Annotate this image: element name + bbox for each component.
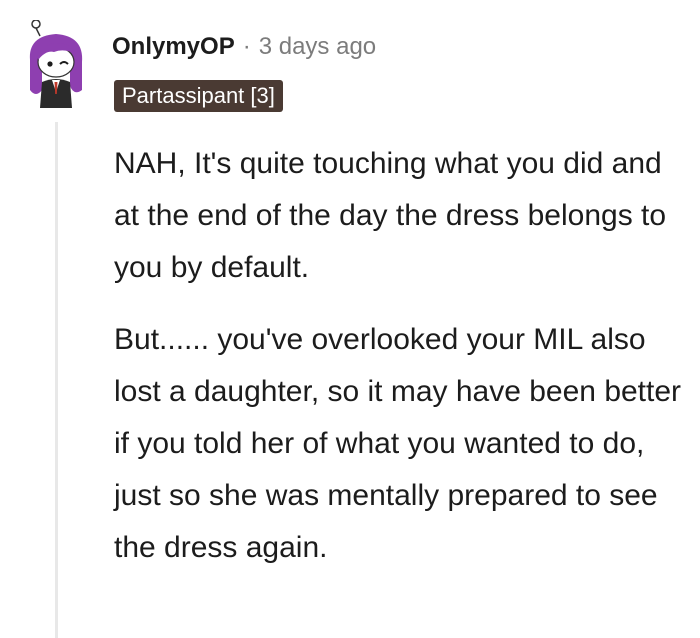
comment-paragraph: NAH, It's quite touching what you did an…: [114, 147, 667, 284]
comment-paragraph: But...... you've overlooked your MIL als…: [114, 323, 682, 564]
thread-line[interactable]: [55, 122, 58, 638]
comment-meta: OnlymyOP · 3 days ago: [112, 30, 376, 64]
username-link[interactable]: OnlymyOP: [112, 30, 235, 64]
avatar[interactable]: [20, 20, 92, 108]
comment-body: NAH, It's quite touching what you did an…: [114, 138, 684, 594]
timestamp[interactable]: 3 days ago: [259, 30, 376, 64]
snoo-avatar-icon: [29, 20, 83, 108]
comment: OnlymyOP · 3 days ago Partassipant [3] N…: [0, 0, 700, 638]
user-flair: Partassipant [3]: [114, 80, 283, 112]
meta-separator: ·: [242, 33, 251, 60]
